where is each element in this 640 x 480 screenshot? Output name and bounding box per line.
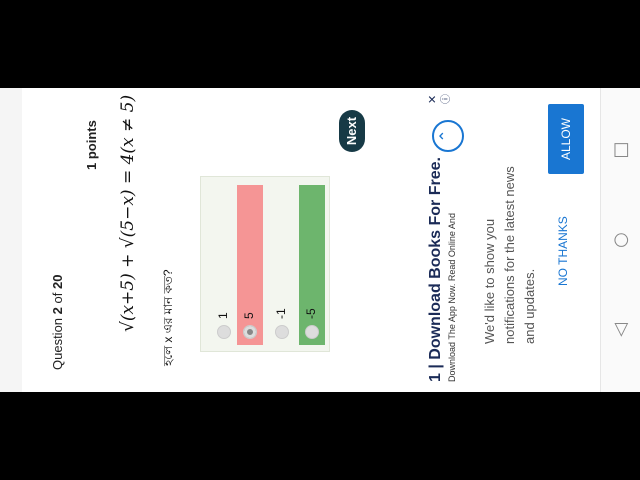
ad-subtitle: Download The App Now. Read Online And [447, 213, 457, 382]
option-label: -1 [274, 308, 288, 319]
radio-button[interactable] [243, 325, 257, 339]
answer-options: 1 5 -1 -5 [200, 176, 330, 352]
question-total: 20 [50, 274, 65, 289]
notification-message: We'd like to show you notifications for … [482, 166, 537, 344]
option-2[interactable]: 5 [237, 185, 263, 345]
question-of: of [50, 292, 65, 304]
no-thanks-button[interactable]: NO THANKS [556, 216, 570, 286]
question-formula: √(x+5) + √(5−x) = 4(x ≠ 5) [118, 94, 138, 332]
radio-button[interactable] [305, 325, 319, 339]
points-label: 1 points [84, 120, 99, 170]
back-triangle-icon[interactable]: ◁ [610, 318, 631, 342]
ad-title-prefix: 1 [427, 373, 444, 382]
option-label: 1 [216, 312, 230, 319]
recents-square-icon[interactable]: □ [610, 138, 631, 162]
question-counter: Question 2 of 20 [50, 275, 65, 370]
rotated-screen: Question 2 of 20 1 points √(x+5) + √(5−x… [0, 88, 640, 392]
question-prompt: হলে x এর মান কত? [161, 269, 175, 366]
ad-title[interactable]: 1 | Download Books For Free. [427, 157, 445, 382]
phone-screen: Question 2 of 20 1 points √(x+5) + √(5−x… [0, 88, 640, 392]
radio-button[interactable] [275, 325, 289, 339]
option-1[interactable]: 1 [211, 185, 237, 345]
next-button[interactable]: Next [339, 110, 365, 152]
question-label: Question [50, 317, 65, 370]
option-4[interactable]: -5 [299, 185, 325, 345]
ad-info-icon[interactable]: ⓘ [437, 94, 452, 104]
option-3[interactable]: -1 [269, 185, 295, 345]
option-label: 5 [242, 312, 256, 319]
question-number: 2 [50, 307, 65, 315]
option-label: -5 [304, 308, 318, 319]
chevron-up-icon[interactable]: ⌃ [432, 120, 464, 152]
system-nav-bar: ◁ ○ □ [600, 88, 640, 392]
radio-button[interactable] [217, 325, 231, 339]
top-tabs-strip [0, 88, 22, 392]
home-circle-icon[interactable]: ○ [610, 228, 631, 252]
ad-title-text: Download Books For Free. [427, 157, 444, 360]
allow-button[interactable]: ALLOW [548, 104, 584, 174]
